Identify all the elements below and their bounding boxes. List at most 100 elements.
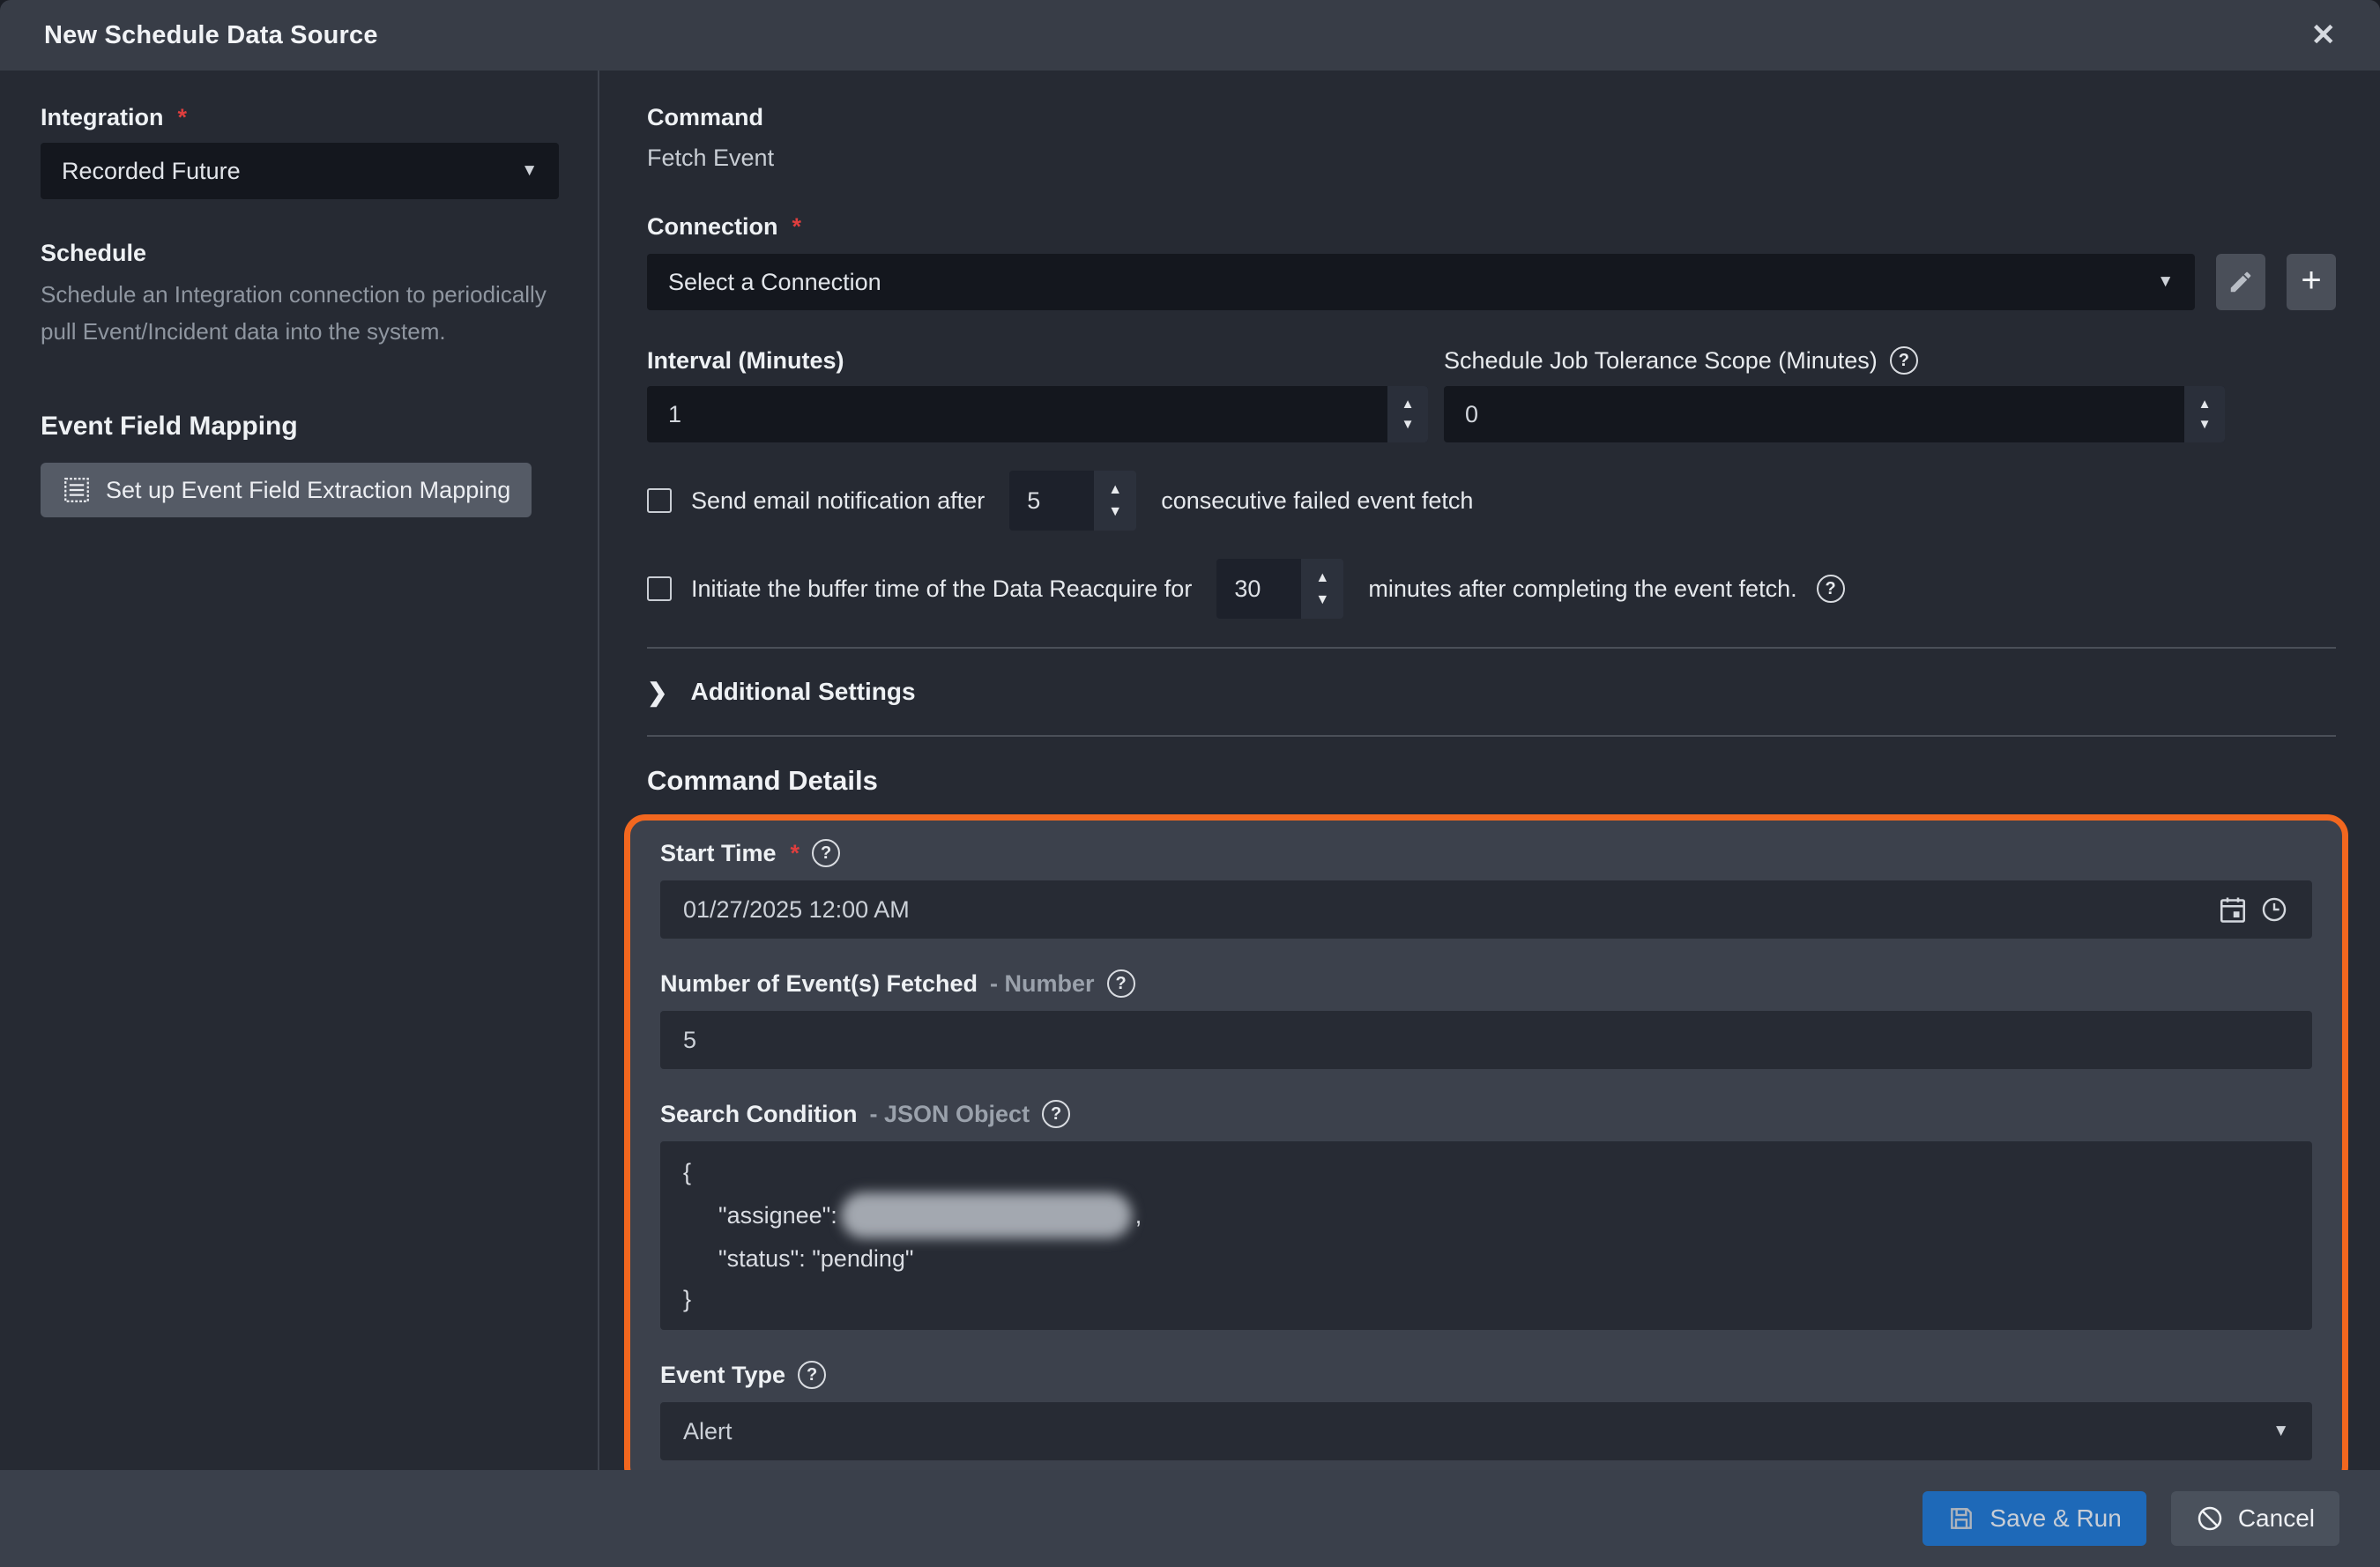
buffer-time-checkbox[interactable]	[647, 576, 672, 601]
json-line: "assignee": ,	[683, 1192, 2289, 1238]
connection-select[interactable]: Select a Connection ▼	[647, 254, 2195, 310]
edit-connection-button[interactable]	[2216, 254, 2265, 310]
command-label: Command	[647, 102, 2336, 132]
stepper-up-icon[interactable]: ▲	[1402, 397, 1415, 411]
help-icon[interactable]: ?	[812, 839, 840, 867]
events-fetched-label: Number of Event(s) Fetched - Number ?	[660, 969, 2312, 999]
assignee-value-redacted	[841, 1192, 1132, 1238]
tolerance-value: 0	[1444, 386, 2184, 442]
tolerance-input[interactable]: 0 ▲ ▼	[1444, 386, 2225, 442]
section-divider	[647, 735, 2336, 737]
new-schedule-data-source-modal: New Schedule Data Source ✕ Integration* …	[0, 0, 2380, 1567]
search-condition-type: - JSON Object	[870, 1099, 1030, 1129]
tolerance-stepper[interactable]: ▲ ▼	[2184, 386, 2225, 442]
start-time-label: Start Time* ?	[660, 838, 2312, 868]
event-type-label: Event Type ?	[660, 1360, 2312, 1390]
event-field-mapping-heading: Event Field Mapping	[41, 412, 559, 442]
interval-label: Interval (Minutes)	[647, 345, 1428, 375]
stepper-down-icon[interactable]: ▼	[1402, 418, 1415, 431]
tolerance-column: Schedule Job Tolerance Scope (Minutes) ?…	[1444, 345, 2225, 442]
events-fetched-value: 5	[683, 1027, 696, 1054]
schedule-heading: Schedule	[41, 240, 559, 267]
clock-icon[interactable]	[2259, 895, 2289, 925]
required-asterisk: *	[178, 102, 188, 132]
schedule-description: Schedule an Integration connection to pe…	[41, 276, 552, 350]
help-icon[interactable]: ?	[1817, 575, 1845, 603]
close-icon[interactable]: ✕	[2311, 20, 2337, 50]
mapping-table-icon	[62, 475, 92, 505]
modal-body: Integration* Recorded Future ▼ Schedule …	[0, 71, 2380, 1470]
chevron-down-icon: ▼	[521, 161, 538, 181]
stepper-up-icon[interactable]: ▲	[1108, 483, 1122, 497]
interval-stepper[interactable]: ▲ ▼	[1387, 386, 1428, 442]
cancel-icon	[2196, 1504, 2224, 1533]
interval-value: 1	[647, 386, 1387, 442]
event-type-select[interactable]: Alert ▼	[660, 1402, 2312, 1460]
interval-input[interactable]: 1 ▲ ▼	[647, 386, 1428, 442]
row-spacer	[2241, 345, 2336, 442]
modal-header: New Schedule Data Source ✕	[0, 0, 2380, 71]
buffer-time-row: Initiate the buffer time of the Data Rea…	[647, 559, 2336, 619]
pencil-icon	[2228, 269, 2254, 295]
modal-title: New Schedule Data Source	[44, 21, 378, 50]
start-time-input[interactable]: 01/27/2025 12:00 AM	[660, 880, 2312, 939]
email-count-value: 5	[1009, 471, 1094, 531]
email-notification-label-prefix: Send email notification after	[691, 487, 985, 515]
section-divider	[647, 647, 2336, 649]
buffer-minutes-stepper[interactable]: ▲ ▼	[1301, 559, 1343, 619]
event-type-value: Alert	[683, 1418, 733, 1445]
email-count-stepper[interactable]: ▲ ▼	[1094, 471, 1136, 531]
additional-settings-toggle[interactable]: ❯ Additional Settings	[647, 677, 2336, 707]
email-notification-checkbox[interactable]	[647, 488, 672, 513]
save-and-run-button[interactable]: Save & Run	[1923, 1491, 2146, 1546]
plus-icon: +	[2301, 263, 2321, 298]
chevron-right-icon: ❯	[647, 678, 667, 707]
calendar-icon[interactable]	[2217, 894, 2249, 925]
buffer-time-label-prefix: Initiate the buffer time of the Data Rea…	[691, 576, 1192, 603]
buffer-minutes-value: 30	[1216, 559, 1301, 619]
stepper-up-icon[interactable]: ▲	[1315, 571, 1329, 585]
json-line: {	[683, 1152, 2289, 1192]
chevron-down-icon: ▼	[2272, 1422, 2289, 1441]
add-connection-button[interactable]: +	[2287, 254, 2336, 310]
email-count-input[interactable]: 5 ▲ ▼	[1009, 471, 1136, 531]
stepper-down-icon[interactable]: ▼	[1108, 505, 1122, 519]
sidebar: Integration* Recorded Future ▼ Schedule …	[0, 71, 599, 1470]
cancel-label: Cancel	[2238, 1504, 2315, 1533]
command-value: Fetch Event	[647, 143, 2336, 173]
help-icon[interactable]: ?	[1107, 969, 1135, 998]
help-icon[interactable]: ?	[1890, 346, 1918, 375]
connection-select-placeholder: Select a Connection	[668, 269, 881, 296]
cancel-button[interactable]: Cancel	[2171, 1491, 2339, 1546]
stepper-down-icon[interactable]: ▼	[2198, 418, 2212, 431]
buffer-time-label-suffix: minutes after completing the event fetch…	[1368, 576, 1796, 603]
mapping-button-label: Set up Event Field Extraction Mapping	[106, 477, 510, 504]
connection-row: Select a Connection ▼ +	[647, 254, 2336, 310]
required-asterisk: *	[792, 212, 802, 241]
integration-label: Integration*	[41, 102, 559, 132]
events-fetched-type: - Number	[990, 969, 1095, 999]
main-panel: Command Fetch Event Connection* Select a…	[599, 71, 2380, 1470]
command-details-highlight-box: Start Time* ? 01/27/2025 12:00 AM	[624, 814, 2348, 1488]
stepper-up-icon[interactable]: ▲	[2198, 397, 2212, 411]
help-icon[interactable]: ?	[798, 1361, 826, 1389]
save-icon	[1947, 1504, 1975, 1533]
json-line: "status": "pending"	[683, 1238, 2289, 1279]
integration-select[interactable]: Recorded Future ▼	[41, 143, 559, 199]
tolerance-label: Schedule Job Tolerance Scope (Minutes) ?	[1444, 345, 2225, 375]
command-details-heading: Command Details	[647, 763, 2336, 798]
email-notification-label-suffix: consecutive failed event fetch	[1161, 487, 1473, 515]
help-icon[interactable]: ?	[1042, 1100, 1070, 1128]
json-assignee-trailing-comma: ,	[1135, 1195, 1142, 1236]
json-line: }	[683, 1279, 2289, 1319]
stepper-down-icon[interactable]: ▼	[1315, 593, 1329, 607]
additional-settings-label: Additional Settings	[690, 677, 915, 707]
interval-tolerance-row: Interval (Minutes) 1 ▲ ▼ Schedule Job To…	[647, 345, 2336, 442]
buffer-minutes-input[interactable]: 30 ▲ ▼	[1216, 559, 1343, 619]
required-asterisk: *	[791, 838, 800, 868]
events-fetched-input[interactable]: 5	[660, 1011, 2312, 1069]
save-and-run-label: Save & Run	[1990, 1504, 2121, 1533]
search-condition-textarea[interactable]: { "assignee": , "status": "pending" }	[660, 1141, 2312, 1330]
setup-event-field-extraction-mapping-button[interactable]: Set up Event Field Extraction Mapping	[41, 463, 532, 517]
integration-select-value: Recorded Future	[62, 158, 241, 185]
